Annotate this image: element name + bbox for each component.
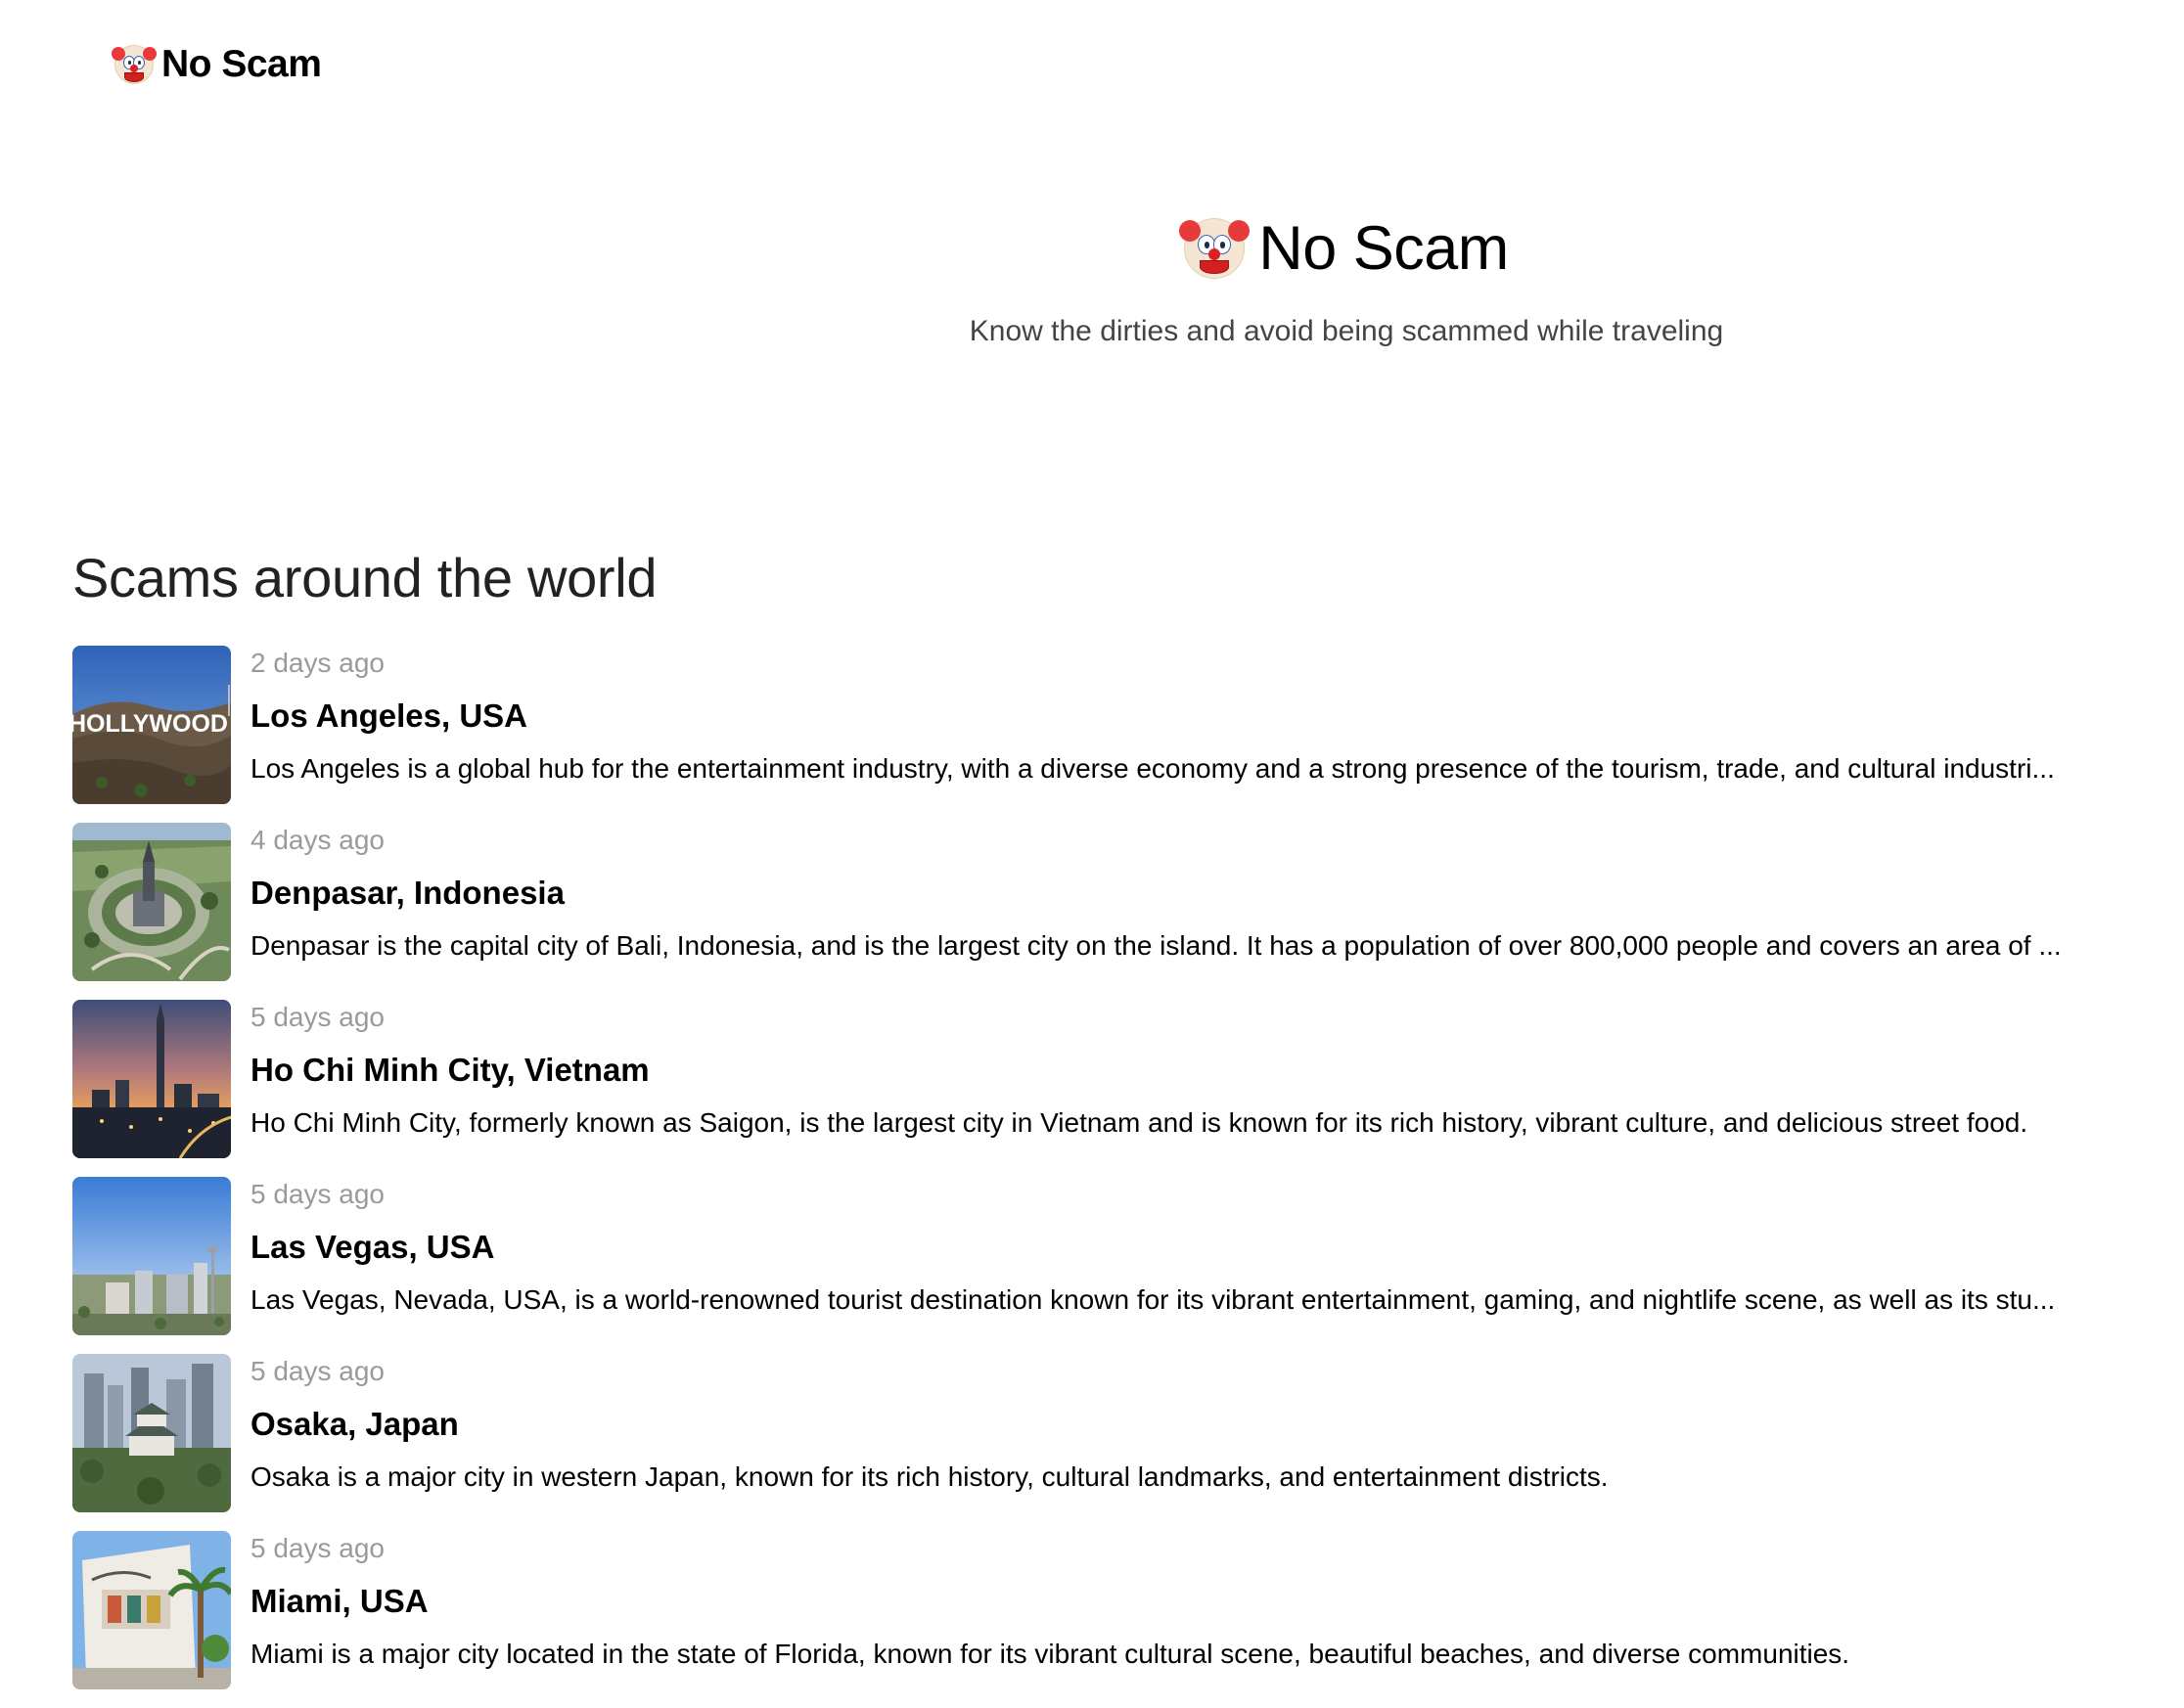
scam-item-description: Las Vegas, Nevada, USA, is a world-renow… [250,1284,2056,1315]
scam-item-description: Denpasar is the capital city of Bali, In… [250,930,2062,961]
scam-item-body: 5 days ago Las Vegas, USA Las Vegas, Nev… [250,1177,2147,1335]
scam-item-title-link[interactable]: Denpasar, Indonesia [250,874,2147,913]
scam-item-body: 2 days ago Los Angeles, USA Los Angeles … [250,646,2147,804]
scam-item-date: 5 days ago [250,1533,385,1563]
saigon-skyline-sunset-image[interactable] [72,1000,231,1158]
las-vegas-cityscape-image[interactable] [72,1177,231,1335]
scam-item-title-link[interactable]: Los Angeles, USA [250,697,2147,736]
scam-item-body: 5 days ago Ho Chi Minh City, Vietnam Ho … [250,1000,2147,1158]
scam-list-item[interactable]: HOLLYWOOD 2 days ago Los Angeles, USA Lo… [72,646,2147,804]
scam-item-title-link[interactable]: Las Vegas, USA [250,1228,2147,1267]
clown-face-icon [1179,218,1251,279]
nav-brand-label: No Scam [161,43,322,85]
scam-item-title-link[interactable]: Osaka, Japan [250,1405,2147,1444]
nav-brand-link[interactable]: No Scam [112,39,322,90]
hero-tagline: Know the dirties and avoid being scammed… [969,315,1724,347]
scam-list-item[interactable]: 4 days ago Denpasar, Indonesia Denpasar … [72,823,2147,981]
scam-item-date: 4 days ago [250,825,385,855]
denpasar-monument-aerial-image[interactable] [72,823,231,981]
hero-title-text: No Scam [1258,214,1509,283]
scam-item-body: 5 days ago Miami, USA Miami is a major c… [250,1531,2147,1689]
hero-title: No Scam [1179,211,1509,286]
clown-face-icon [112,45,157,84]
scam-list-item[interactable]: 5 days ago Miami, USA Miami is a major c… [72,1531,2147,1689]
scam-item-date: 5 days ago [250,1002,385,1032]
scam-item-description: Ho Chi Minh City, formerly known as Saig… [250,1107,2028,1138]
scam-item-description: Miami is a major city located in the sta… [250,1639,1850,1669]
hollywood-sign-text: HOLLYWOOD [72,710,228,738]
scam-item-body: 5 days ago Osaka, Japan Osaka is a major… [250,1354,2147,1512]
scam-item-date: 5 days ago [250,1179,385,1209]
scam-item-title-link[interactable]: Ho Chi Minh City, Vietnam [250,1051,2147,1090]
hero: No Scam Know the dirties and avoid being… [0,211,2184,348]
hollywood-sign-image[interactable]: HOLLYWOOD [72,646,231,804]
scam-item-body: 4 days ago Denpasar, Indonesia Denpasar … [250,823,2147,981]
scam-item-date: 5 days ago [250,1356,385,1386]
scam-list-item[interactable]: 5 days ago Las Vegas, USA Las Vegas, Nev… [72,1177,2147,1335]
scam-item-title-link[interactable]: Miami, USA [250,1582,2147,1621]
scam-item-description: Los Angeles is a global hub for the ente… [250,753,2055,784]
scam-list: HOLLYWOOD 2 days ago Los Angeles, USA Lo… [72,646,2147,1708]
scam-list-item[interactable]: 5 days ago Ho Chi Minh City, Vietnam Ho … [72,1000,2147,1158]
scam-list-item[interactable]: 5 days ago Osaka, Japan Osaka is a major… [72,1354,2147,1512]
miami-building-palms-image[interactable] [72,1531,231,1689]
scam-item-date: 2 days ago [250,648,385,678]
osaka-castle-skyline-image[interactable] [72,1354,231,1512]
scam-item-description: Osaka is a major city in western Japan, … [250,1461,1609,1492]
section-heading: Scams around the world [72,547,658,608]
